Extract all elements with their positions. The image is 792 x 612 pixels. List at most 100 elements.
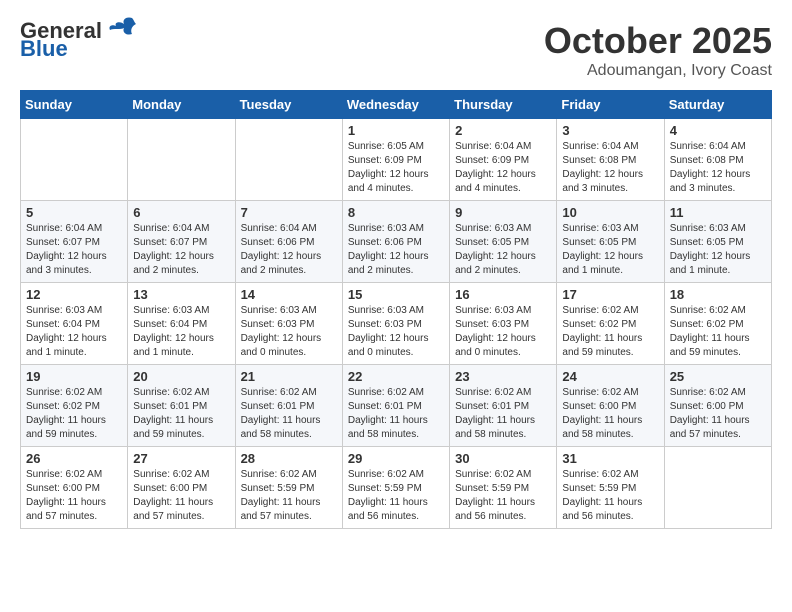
day-content: Sunrise: 6:02 AM Sunset: 6:02 PM Dayligh… xyxy=(26,386,122,442)
day-number: 3 xyxy=(562,123,658,138)
calendar-cell: 1Sunrise: 6:05 AM Sunset: 6:09 PM Daylig… xyxy=(342,119,449,201)
calendar-cell xyxy=(128,119,235,201)
day-content: Sunrise: 6:04 AM Sunset: 6:09 PM Dayligh… xyxy=(455,140,551,196)
weekday-header-friday: Friday xyxy=(557,91,664,119)
calendar-week-row: 1Sunrise: 6:05 AM Sunset: 6:09 PM Daylig… xyxy=(21,119,772,201)
day-number: 27 xyxy=(133,451,229,466)
day-number: 28 xyxy=(241,451,337,466)
day-content: Sunrise: 6:02 AM Sunset: 5:59 PM Dayligh… xyxy=(455,468,551,524)
day-number: 23 xyxy=(455,369,551,384)
day-number: 13 xyxy=(133,287,229,302)
day-content: Sunrise: 6:02 AM Sunset: 6:01 PM Dayligh… xyxy=(241,386,337,442)
calendar-cell: 28 Sunrise: 6:02 AM Sunset: 5:59 PM Dayli… xyxy=(235,447,342,529)
day-number: 21 xyxy=(241,369,337,384)
calendar-header-row: SundayMondayTuesdayWednesdayThursdayFrid… xyxy=(21,91,772,119)
day-content: Sunrise: 6:02 AM Sunset: 6:00 PM Dayligh… xyxy=(670,386,766,442)
day-content: Sunrise: 6:03 AM Sunset: 6:05 PM Dayligh… xyxy=(670,222,766,278)
title-area: October 2025 Adoumangan, Ivory Coast xyxy=(544,20,772,80)
calendar-cell: 21 Sunrise: 6:02 AM Sunset: 6:01 PM Dayli… xyxy=(235,365,342,447)
day-content: Sunrise: 6:02 AM Sunset: 6:02 PM Dayligh… xyxy=(562,304,658,360)
calendar-cell: 7 Sunrise: 6:04 AM Sunset: 6:06 PM Daylig… xyxy=(235,201,342,283)
calendar-cell: 30 Sunrise: 6:02 AM Sunset: 5:59 PM Dayli… xyxy=(450,447,557,529)
day-number: 12 xyxy=(26,287,122,302)
calendar-cell: 12 Sunrise: 6:03 AM Sunset: 6:04 PM Dayli… xyxy=(21,283,128,365)
calendar-cell: 8Sunrise: 6:03 AM Sunset: 6:06 PM Daylig… xyxy=(342,201,449,283)
calendar-cell: 14Sunrise: 6:03 AM Sunset: 6:03 PM Dayli… xyxy=(235,283,342,365)
weekday-header-tuesday: Tuesday xyxy=(235,91,342,119)
day-number: 8 xyxy=(348,205,444,220)
calendar-week-row: 5 Sunrise: 6:04 AM Sunset: 6:07 PM Daylig… xyxy=(21,201,772,283)
day-content: Sunrise: 6:02 AM Sunset: 6:01 PM Dayligh… xyxy=(348,386,444,442)
calendar-week-row: 19Sunrise: 6:02 AM Sunset: 6:02 PM Dayli… xyxy=(21,365,772,447)
day-number: 18 xyxy=(670,287,766,302)
day-content: Sunrise: 6:04 AM Sunset: 6:06 PM Dayligh… xyxy=(241,222,337,278)
calendar-cell: 25 Sunrise: 6:02 AM Sunset: 6:00 PM Dayli… xyxy=(664,365,771,447)
calendar-cell: 31 Sunrise: 6:02 AM Sunset: 5:59 PM Dayli… xyxy=(557,447,664,529)
calendar-cell: 24Sunrise: 6:02 AM Sunset: 6:00 PM Dayli… xyxy=(557,365,664,447)
day-number: 11 xyxy=(670,205,766,220)
day-content: Sunrise: 6:03 AM Sunset: 6:03 PM Dayligh… xyxy=(348,304,444,360)
calendar-cell: 11 Sunrise: 6:03 AM Sunset: 6:05 PM Dayli… xyxy=(664,201,771,283)
month-title: October 2025 xyxy=(544,20,772,62)
calendar-cell: 19Sunrise: 6:02 AM Sunset: 6:02 PM Dayli… xyxy=(21,365,128,447)
day-content: Sunrise: 6:05 AM Sunset: 6:09 PM Dayligh… xyxy=(348,140,444,196)
calendar-cell: 27 Sunrise: 6:02 AM Sunset: 6:00 PM Dayli… xyxy=(128,447,235,529)
calendar-week-row: 26 Sunrise: 6:02 AM Sunset: 6:00 PM Dayli… xyxy=(21,447,772,529)
day-content: Sunrise: 6:02 AM Sunset: 6:01 PM Dayligh… xyxy=(133,386,229,442)
weekday-header-sunday: Sunday xyxy=(21,91,128,119)
day-content: Sunrise: 6:02 AM Sunset: 6:00 PM Dayligh… xyxy=(133,468,229,524)
calendar-cell xyxy=(21,119,128,201)
day-content: Sunrise: 6:04 AM Sunset: 6:08 PM Dayligh… xyxy=(562,140,658,196)
day-number: 16 xyxy=(455,287,551,302)
day-number: 7 xyxy=(241,205,337,220)
logo-bird-icon xyxy=(104,16,136,38)
day-content: Sunrise: 6:03 AM Sunset: 6:04 PM Dayligh… xyxy=(133,304,229,360)
logo-text-blue: Blue xyxy=(20,38,68,60)
day-number: 9 xyxy=(455,205,551,220)
day-number: 30 xyxy=(455,451,551,466)
day-number: 17 xyxy=(562,287,658,302)
day-number: 22 xyxy=(348,369,444,384)
day-content: Sunrise: 6:04 AM Sunset: 6:07 PM Dayligh… xyxy=(26,222,122,278)
day-number: 24 xyxy=(562,369,658,384)
day-content: Sunrise: 6:02 AM Sunset: 6:01 PM Dayligh… xyxy=(455,386,551,442)
calendar-cell: 23 Sunrise: 6:02 AM Sunset: 6:01 PM Dayli… xyxy=(450,365,557,447)
calendar-cell: 2 Sunrise: 6:04 AM Sunset: 6:09 PM Daylig… xyxy=(450,119,557,201)
calendar-cell: 29Sunrise: 6:02 AM Sunset: 5:59 PM Dayli… xyxy=(342,447,449,529)
calendar-cell xyxy=(235,119,342,201)
calendar-cell: 13 Sunrise: 6:03 AM Sunset: 6:04 PM Dayli… xyxy=(128,283,235,365)
day-content: Sunrise: 6:03 AM Sunset: 6:05 PM Dayligh… xyxy=(455,222,551,278)
calendar-cell: 26Sunrise: 6:02 AM Sunset: 6:00 PM Dayli… xyxy=(21,447,128,529)
day-content: Sunrise: 6:04 AM Sunset: 6:08 PM Dayligh… xyxy=(670,140,766,196)
calendar-cell: 22 Sunrise: 6:02 AM Sunset: 6:01 PM Dayli… xyxy=(342,365,449,447)
calendar-cell: 20Sunrise: 6:02 AM Sunset: 6:01 PM Dayli… xyxy=(128,365,235,447)
day-number: 4 xyxy=(670,123,766,138)
day-number: 26 xyxy=(26,451,122,466)
calendar-table: SundayMondayTuesdayWednesdayThursdayFrid… xyxy=(20,90,772,529)
calendar-cell: 18 Sunrise: 6:02 AM Sunset: 6:02 PM Dayli… xyxy=(664,283,771,365)
calendar-cell: 5 Sunrise: 6:04 AM Sunset: 6:07 PM Daylig… xyxy=(21,201,128,283)
day-content: Sunrise: 6:03 AM Sunset: 6:04 PM Dayligh… xyxy=(26,304,122,360)
calendar-cell: 16 Sunrise: 6:03 AM Sunset: 6:03 PM Dayli… xyxy=(450,283,557,365)
day-number: 25 xyxy=(670,369,766,384)
calendar-cell: 10 Sunrise: 6:03 AM Sunset: 6:05 PM Dayli… xyxy=(557,201,664,283)
day-content: Sunrise: 6:02 AM Sunset: 6:02 PM Dayligh… xyxy=(670,304,766,360)
calendar-week-row: 12 Sunrise: 6:03 AM Sunset: 6:04 PM Dayli… xyxy=(21,283,772,365)
day-number: 10 xyxy=(562,205,658,220)
weekday-header-monday: Monday xyxy=(128,91,235,119)
day-content: Sunrise: 6:02 AM Sunset: 5:59 PM Dayligh… xyxy=(562,468,658,524)
day-number: 31 xyxy=(562,451,658,466)
day-content: Sunrise: 6:03 AM Sunset: 6:05 PM Dayligh… xyxy=(562,222,658,278)
calendar-cell: 6Sunrise: 6:04 AM Sunset: 6:07 PM Daylig… xyxy=(128,201,235,283)
day-content: Sunrise: 6:02 AM Sunset: 5:59 PM Dayligh… xyxy=(241,468,337,524)
calendar-cell: 9 Sunrise: 6:03 AM Sunset: 6:05 PM Daylig… xyxy=(450,201,557,283)
day-number: 2 xyxy=(455,123,551,138)
day-content: Sunrise: 6:02 AM Sunset: 5:59 PM Dayligh… xyxy=(348,468,444,524)
calendar-cell: 3 Sunrise: 6:04 AM Sunset: 6:08 PM Daylig… xyxy=(557,119,664,201)
weekday-header-thursday: Thursday xyxy=(450,91,557,119)
day-number: 5 xyxy=(26,205,122,220)
calendar-cell: 4 Sunrise: 6:04 AM Sunset: 6:08 PM Daylig… xyxy=(664,119,771,201)
weekday-header-wednesday: Wednesday xyxy=(342,91,449,119)
day-number: 15 xyxy=(348,287,444,302)
day-content: Sunrise: 6:03 AM Sunset: 6:03 PM Dayligh… xyxy=(455,304,551,360)
